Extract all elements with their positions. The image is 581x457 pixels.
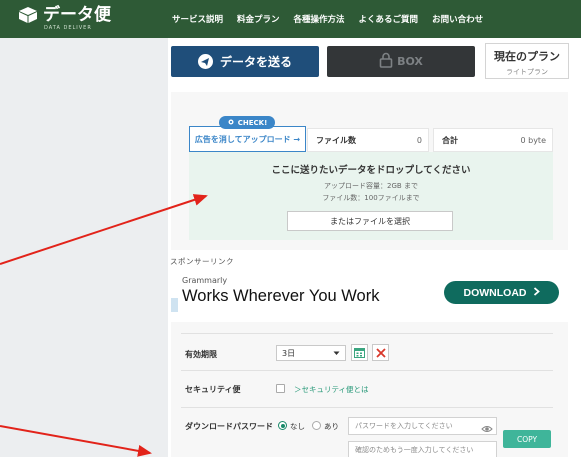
expiry-label: 有効期限 [185, 350, 217, 359]
nav-contact[interactable]: お問い合わせ [432, 13, 483, 25]
ad-headline[interactable]: Works Wherever You Work [182, 287, 379, 306]
nav-service[interactable]: サービス説明 [172, 13, 223, 25]
logo-subtitle: DATA DELIVER [44, 25, 92, 31]
password-yes-label: あり [324, 422, 339, 431]
check-badge-text: CHECK! [237, 118, 268, 127]
clear-date-button[interactable] [372, 344, 389, 361]
paper-plane-icon [197, 54, 213, 69]
plan-name: ライトプラン [506, 68, 548, 76]
ad-download-label: DOWNLOAD [463, 286, 527, 299]
left-margin [0, 38, 168, 457]
total-label: 合計 [442, 135, 458, 145]
password-label: ダウンロードパスワード [185, 422, 273, 431]
expiry-value: 3日 [282, 348, 296, 358]
nav-howto[interactable]: 各種操作方法 [294, 13, 345, 25]
divider [181, 407, 553, 408]
box-logo-icon [18, 6, 38, 24]
ad-free-upload-button[interactable]: 広告を消してアップロード → [189, 126, 306, 152]
chevron-right-icon [533, 286, 540, 299]
box-button[interactable]: BOX [327, 46, 475, 77]
send-data-label: データを送る [219, 55, 292, 69]
top-nav-bar: データ便 DATA DELIVER サービス説明 料金プラン 各種操作方法 よく… [0, 0, 581, 38]
logo-text: データ便 [43, 5, 111, 25]
file-count-label: ファイル数 [316, 135, 356, 145]
capacity-info: アップロード容量：2GB まで [324, 182, 418, 190]
divider [181, 370, 553, 371]
lock-icon [379, 52, 393, 71]
security-checkbox[interactable] [276, 384, 285, 393]
password-none-label: なし [290, 422, 305, 431]
drop-instruction: ここに送りたいデータをドロップしてください [271, 165, 471, 176]
expiry-select[interactable]: 3日 [276, 345, 346, 361]
password-none-radio[interactable] [278, 421, 287, 430]
check-badge: CHECK! [219, 116, 275, 129]
select-file-button[interactable]: またはファイルを選択 [287, 211, 453, 231]
box-label: BOX [397, 55, 423, 68]
close-icon [375, 343, 386, 362]
calendar-icon [354, 343, 365, 362]
ad-choices-icon[interactable] [171, 298, 178, 312]
password-yes-radio[interactable] [312, 421, 321, 430]
main-nav: サービス説明 料金プラン 各種操作方法 よくあるご質問 お問い合わせ [172, 13, 483, 25]
plan-title: 現在のプラン [494, 50, 560, 63]
password-input[interactable]: パスワードを入力してください [348, 417, 497, 435]
current-plan-box[interactable]: 現在のプラン ライトプラン [485, 43, 569, 79]
ad-download-button[interactable]: DOWNLOAD [444, 281, 559, 304]
eye-icon[interactable] [481, 420, 493, 432]
divider [181, 333, 553, 334]
chevron-down-icon [333, 349, 340, 358]
calendar-button[interactable] [351, 344, 368, 361]
logo[interactable]: データ便 [18, 6, 111, 24]
send-data-button[interactable]: データを送る [171, 46, 319, 77]
copy-button[interactable]: COPY [503, 430, 551, 448]
ad-brand: Grammarly [182, 276, 228, 285]
password-confirm-input[interactable]: 確認のためもう一度入力してください [348, 441, 497, 457]
nav-pricing[interactable]: 料金プラン [237, 13, 280, 25]
file-limit-info: ファイル数：100ファイルまで [322, 194, 420, 202]
total-size-stat: 合計 0 byte [433, 128, 553, 152]
sponsored-label: スポンサーリンク [170, 257, 234, 266]
total-value: 0 byte [520, 135, 546, 145]
nav-faq[interactable]: よくあるご質問 [359, 13, 419, 25]
security-label: セキュリティ便 [185, 385, 241, 394]
file-count-value: 0 [416, 135, 422, 145]
eye-check-icon [227, 119, 235, 127]
security-info-link[interactable]: ＞セキュリティ便とは [294, 384, 369, 395]
file-count-stat: ファイル数 0 [307, 128, 429, 152]
